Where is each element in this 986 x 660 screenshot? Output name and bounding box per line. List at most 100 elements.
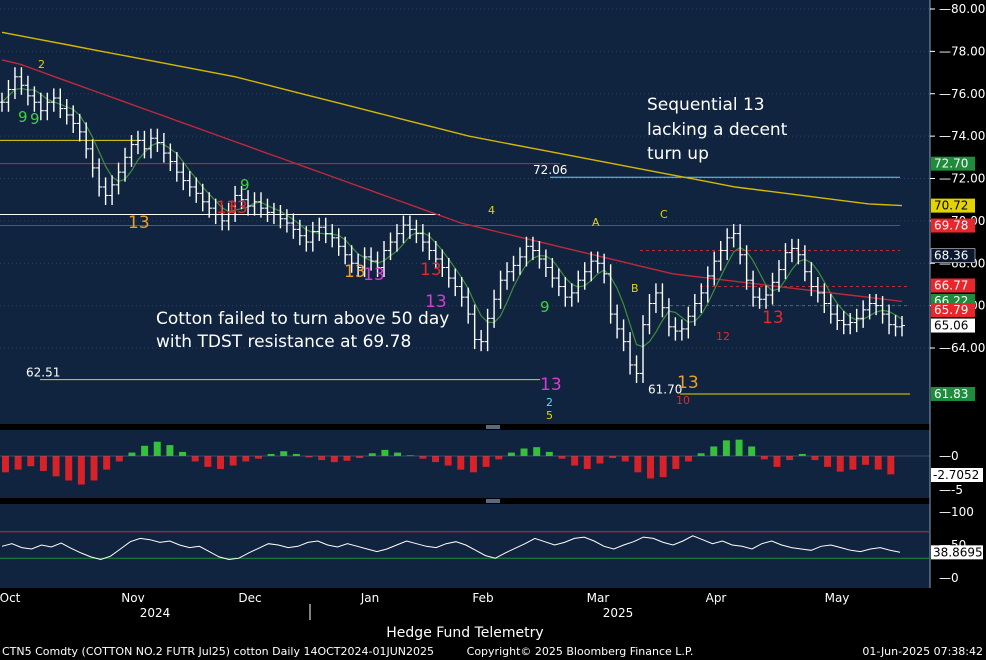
macd-tick-label: —0 [939,449,959,463]
count-label: 2 [546,396,553,409]
macd-bar [343,456,351,461]
macd-bar [507,452,515,456]
macd-bar [368,453,376,456]
macd-bar [90,456,98,481]
time-tick-label: Mar [587,591,610,605]
level-label: 62.51 [26,366,60,380]
macd-bar [545,451,553,456]
macd-bar [596,456,604,464]
macd-bar [444,456,452,466]
footer-instrument: CTN5 Comdty (COTTON NO.2 FUTR Jul25) cot… [2,645,434,658]
macd-bar [103,456,111,470]
count-label: B [631,282,639,295]
count-label-green: 9 [18,108,28,126]
macd-bar [14,456,22,470]
price-tag-label: 69.78 [934,219,968,233]
macd-bar [824,456,832,467]
macd-bar [887,456,895,475]
price-tag-label: 70.72 [934,199,968,213]
macd-bar [722,440,730,456]
price-panel [0,0,930,424]
time-tick-label: May [825,591,850,605]
macd-bar [65,456,73,481]
macd-value-label: -2.7052 [933,468,979,482]
macd-bar [217,456,224,469]
count-label-red: 13 [226,198,248,218]
macd-bar [735,439,743,456]
macd-bar [583,456,591,469]
macd-bar [760,456,768,460]
time-tick-label: Apr [706,591,727,605]
count-label: 12 [716,330,730,343]
macd-bar [697,453,705,456]
macd-bar [356,456,364,459]
macd-bar [862,456,870,465]
time-axis: Oct Nov Dec Jan Feb Mar Apr May 2024 2025 [0,591,849,620]
count-label-orange: 13 [128,213,150,233]
macd-panel [0,430,930,498]
price-tag-label: 61.83 [934,387,968,401]
macd-bar [849,456,857,470]
macd-bar [242,456,250,462]
annotation-line-2: lacking a decent [647,120,788,140]
price-tag-label: 65.79 [934,303,968,317]
year-label: 2024 [140,606,171,620]
oscillator-value-label: 38.8695 [933,545,983,559]
macd-tick-label: —-5 [939,483,963,497]
count-label: 2 [38,58,45,71]
macd-bar [457,456,465,470]
time-tick-label: Dec [238,591,261,605]
macd-bar [153,441,161,456]
macd-bar [432,456,439,463]
macd-bar [621,456,629,462]
macd-bar [672,456,680,469]
macd-bar [798,453,806,456]
time-tick-label: Feb [472,591,493,605]
macd-bar [292,453,300,456]
macd-bar [330,456,338,463]
count-label: A [592,216,600,229]
count-label-orange: 13 [344,262,366,282]
macd-bar [710,446,718,456]
count-label: 5 [546,409,553,422]
price-tag-label: 65.06 [934,319,968,333]
macd-bar [558,456,566,459]
count-label-orange: 13 [677,373,699,393]
time-tick-label: Nov [121,591,144,605]
price-tag-label: 66.77 [934,278,968,292]
macd-bar [394,452,402,456]
watermark: Hedge Fund Telemetry [386,625,543,641]
macd-bar [115,456,123,462]
annotation-line-4: Cotton failed to turn above 50 day [156,309,449,329]
panel-resize-handle[interactable] [486,425,500,429]
footer-copyright: Copyright© 2025 Bloomberg Finance L.P. [467,645,694,658]
macd-bar [495,456,503,460]
macd-bar [874,456,882,470]
price-tick-label: —72.00 [939,172,985,186]
macd-bar [166,445,174,456]
macd-bar [254,456,262,459]
macd-bar [318,456,326,461]
macd-bar [748,446,756,456]
count-label-red: 13 [762,308,784,328]
macd-bar [659,456,667,478]
macd-bar [128,452,136,456]
macd-bar [786,456,794,461]
macd-bar [469,456,477,473]
macd-bar [482,456,490,467]
time-tick-label: Jan [360,591,380,605]
macd-bar [77,456,85,485]
macd-bar [179,451,187,456]
price-tick-label: —80.00 [939,2,985,16]
macd-bar [634,456,642,473]
annotation-line-1: Sequential 13 [647,95,765,115]
count-label: 10 [676,394,690,407]
panel-resize-handle[interactable] [486,499,500,503]
oscillator-tick-label: —0 [939,571,959,585]
macd-bar [684,456,692,462]
count-label-green: 9 [240,176,250,194]
count-label-magenta: 13 [540,375,562,395]
macd-bar [647,456,654,479]
price-tag-label: 72.70 [934,157,968,171]
macd-bar [419,456,427,459]
